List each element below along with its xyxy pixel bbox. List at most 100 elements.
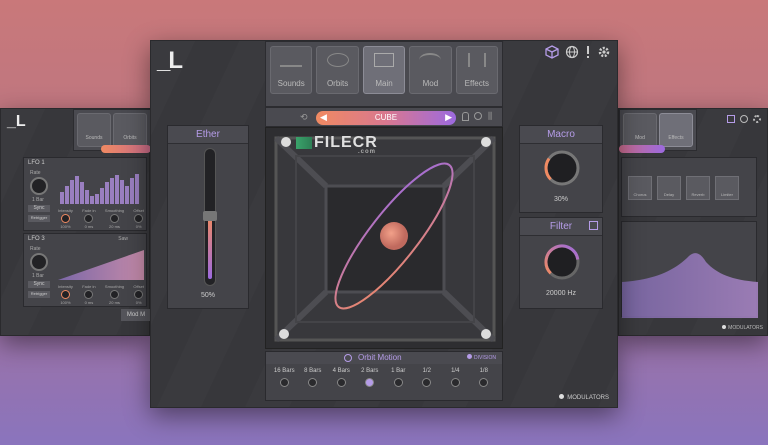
lfo3-rate-knob[interactable] xyxy=(30,253,48,271)
mod-icon xyxy=(419,53,442,67)
gear-icon[interactable] xyxy=(597,45,611,59)
division-radio[interactable] xyxy=(479,378,489,387)
lfo1-intensity[interactable]: Intensity 100% xyxy=(58,208,73,229)
division-option[interactable]: 16 Bars xyxy=(271,368,297,387)
division-radio[interactable] xyxy=(308,378,318,387)
right-tab-effects[interactable]: Effects xyxy=(659,113,693,147)
filter-value: 20000 Hz xyxy=(546,290,576,297)
division-option[interactable]: 1/2 xyxy=(414,368,440,387)
gear-icon[interactable] xyxy=(753,115,761,123)
smoothing-knob[interactable] xyxy=(109,290,119,299)
search-icon[interactable] xyxy=(474,112,482,120)
fadein-knob[interactable] xyxy=(84,290,94,299)
offset-knob[interactable] xyxy=(134,290,144,299)
lfo3-sync-button[interactable]: Sync xyxy=(28,281,50,288)
lfo3-fadein[interactable]: Fade in 0 ms xyxy=(82,284,95,305)
sliders-icon[interactable]: ⫼ xyxy=(488,111,492,122)
tab-sounds[interactable]: Sounds xyxy=(270,46,313,94)
user-icon[interactable] xyxy=(462,112,469,121)
right-plugin-window: Mod Effects Chorus Delay Reverb Limiter … xyxy=(618,108,768,336)
cube-icon[interactable] xyxy=(727,115,735,123)
division-option[interactable]: 1 Bar xyxy=(385,368,411,387)
division-radio[interactable] xyxy=(365,378,375,387)
cube-visual xyxy=(273,135,497,343)
knob-label: Smoothing xyxy=(104,208,125,213)
division-radio[interactable] xyxy=(422,378,432,387)
lfo1-fadein[interactable]: Fade in 0 ms xyxy=(82,208,95,229)
lfo3-shape[interactable]: Saw xyxy=(118,236,128,242)
undo-icon[interactable]: ⟲ xyxy=(300,112,308,123)
filter-panel: Filter 20000 Hz xyxy=(519,217,603,309)
intensity-knob[interactable] xyxy=(60,214,70,223)
division-option[interactable]: 4 Bars xyxy=(328,368,354,387)
globe-icon[interactable] xyxy=(740,115,748,123)
tab-main[interactable]: Main xyxy=(362,46,406,94)
lfo3-smoothing[interactable]: Smoothing 20 ms xyxy=(105,284,124,305)
knob-label: Intensity xyxy=(58,284,73,289)
division-option[interactable]: 1/8 xyxy=(471,368,497,387)
power-icon[interactable] xyxy=(344,354,352,362)
cube-viewport[interactable]: FILECR .com xyxy=(265,127,503,349)
ether-slider-fill xyxy=(208,216,212,279)
filter-grid-icon[interactable] xyxy=(589,221,598,230)
fx-limiter[interactable]: Limiter xyxy=(715,176,739,200)
watermark: FILECR .com xyxy=(296,134,378,155)
tab-mod[interactable]: Mod xyxy=(409,46,452,94)
preset-selector[interactable]: ◀ CUBE ▶ xyxy=(316,111,456,125)
right-tab-mod[interactable]: Mod xyxy=(623,113,657,147)
fadein-knob[interactable] xyxy=(84,214,94,223)
lfo3-panel: LFO 3 Saw Rate 1 Bar Sync Retrigger Inte… xyxy=(23,233,147,307)
lfo1-smoothing[interactable]: Smoothing 20 ms xyxy=(105,208,124,229)
ether-slider-handle[interactable] xyxy=(203,211,217,221)
lfo3-offset[interactable]: Offset 0% xyxy=(133,284,144,305)
orbit-motion-header: Orbit Motion DIVISION xyxy=(266,352,502,364)
knob-value: 100% xyxy=(60,224,71,229)
division-option-label: 4 Bars xyxy=(332,368,350,374)
watermark-sub: .com xyxy=(358,149,377,155)
lfo3-rate-value: 1 Bar xyxy=(32,273,44,279)
division-radio[interactable] xyxy=(393,378,403,387)
header-icons xyxy=(545,45,611,59)
smoothing-knob[interactable] xyxy=(109,214,119,223)
fx-chorus[interactable]: Chorus xyxy=(628,176,652,200)
lfo1-sync-button[interactable]: Sync xyxy=(28,205,50,212)
division-toggle[interactable]: DIVISION xyxy=(467,354,496,361)
lfo3-knob-row: Intensity 100% Fade in 0 ms Smoothing 20 ms… xyxy=(58,284,144,305)
tab-effects[interactable]: Effects xyxy=(455,46,499,94)
lfo3-retrigger-button[interactable]: Retrigger xyxy=(28,291,50,298)
filter-knob[interactable] xyxy=(542,242,582,282)
fx-reverb[interactable]: Reverb xyxy=(686,176,710,200)
intensity-knob[interactable] xyxy=(60,290,70,299)
macro-title: Macro xyxy=(520,126,602,144)
division-option[interactable]: 1/4 xyxy=(442,368,468,387)
fx-delay[interactable]: Delay xyxy=(657,176,681,200)
fx-slots: Chorus Delay Reverb Limiter xyxy=(628,176,739,200)
right-preset-bar[interactable] xyxy=(619,145,665,153)
lfo3-intensity[interactable]: Intensity 100% xyxy=(58,284,73,305)
macro-knob[interactable] xyxy=(542,148,582,188)
right-footer-label: MODULATORS xyxy=(728,325,763,331)
division-radio[interactable] xyxy=(279,378,289,387)
info-icon[interactable] xyxy=(585,45,591,59)
cube-icon[interactable] xyxy=(545,45,559,59)
lfo1-rate-knob[interactable] xyxy=(30,177,48,195)
division-radio[interactable] xyxy=(336,378,346,387)
lfo1-offset[interactable]: Offset 0% xyxy=(133,208,144,229)
preset-next-arrow[interactable]: ▶ xyxy=(445,112,452,123)
mod-button[interactable]: Mod M xyxy=(121,309,151,321)
offset-knob[interactable] xyxy=(134,214,144,223)
division-radio[interactable] xyxy=(450,378,460,387)
lfo1-retrigger-button[interactable]: Retrigger xyxy=(28,215,50,222)
globe-icon[interactable] xyxy=(565,45,579,59)
division-label: DIVISION xyxy=(474,355,496,361)
division-option-label: 1/8 xyxy=(479,368,488,374)
left-tab-sounds[interactable]: Sounds xyxy=(77,113,111,147)
division-option-label: 1 Bar xyxy=(391,368,406,374)
left-tab-orbits[interactable]: Orbits xyxy=(113,113,147,147)
knob-label: Fade in xyxy=(82,284,96,289)
division-option[interactable]: 2 Bars xyxy=(357,368,383,387)
tab-orbits[interactable]: Orbits xyxy=(316,46,359,94)
left-preset-bar[interactable] xyxy=(101,145,151,153)
ether-slider-track[interactable] xyxy=(203,148,217,286)
division-option[interactable]: 8 Bars xyxy=(300,368,326,387)
